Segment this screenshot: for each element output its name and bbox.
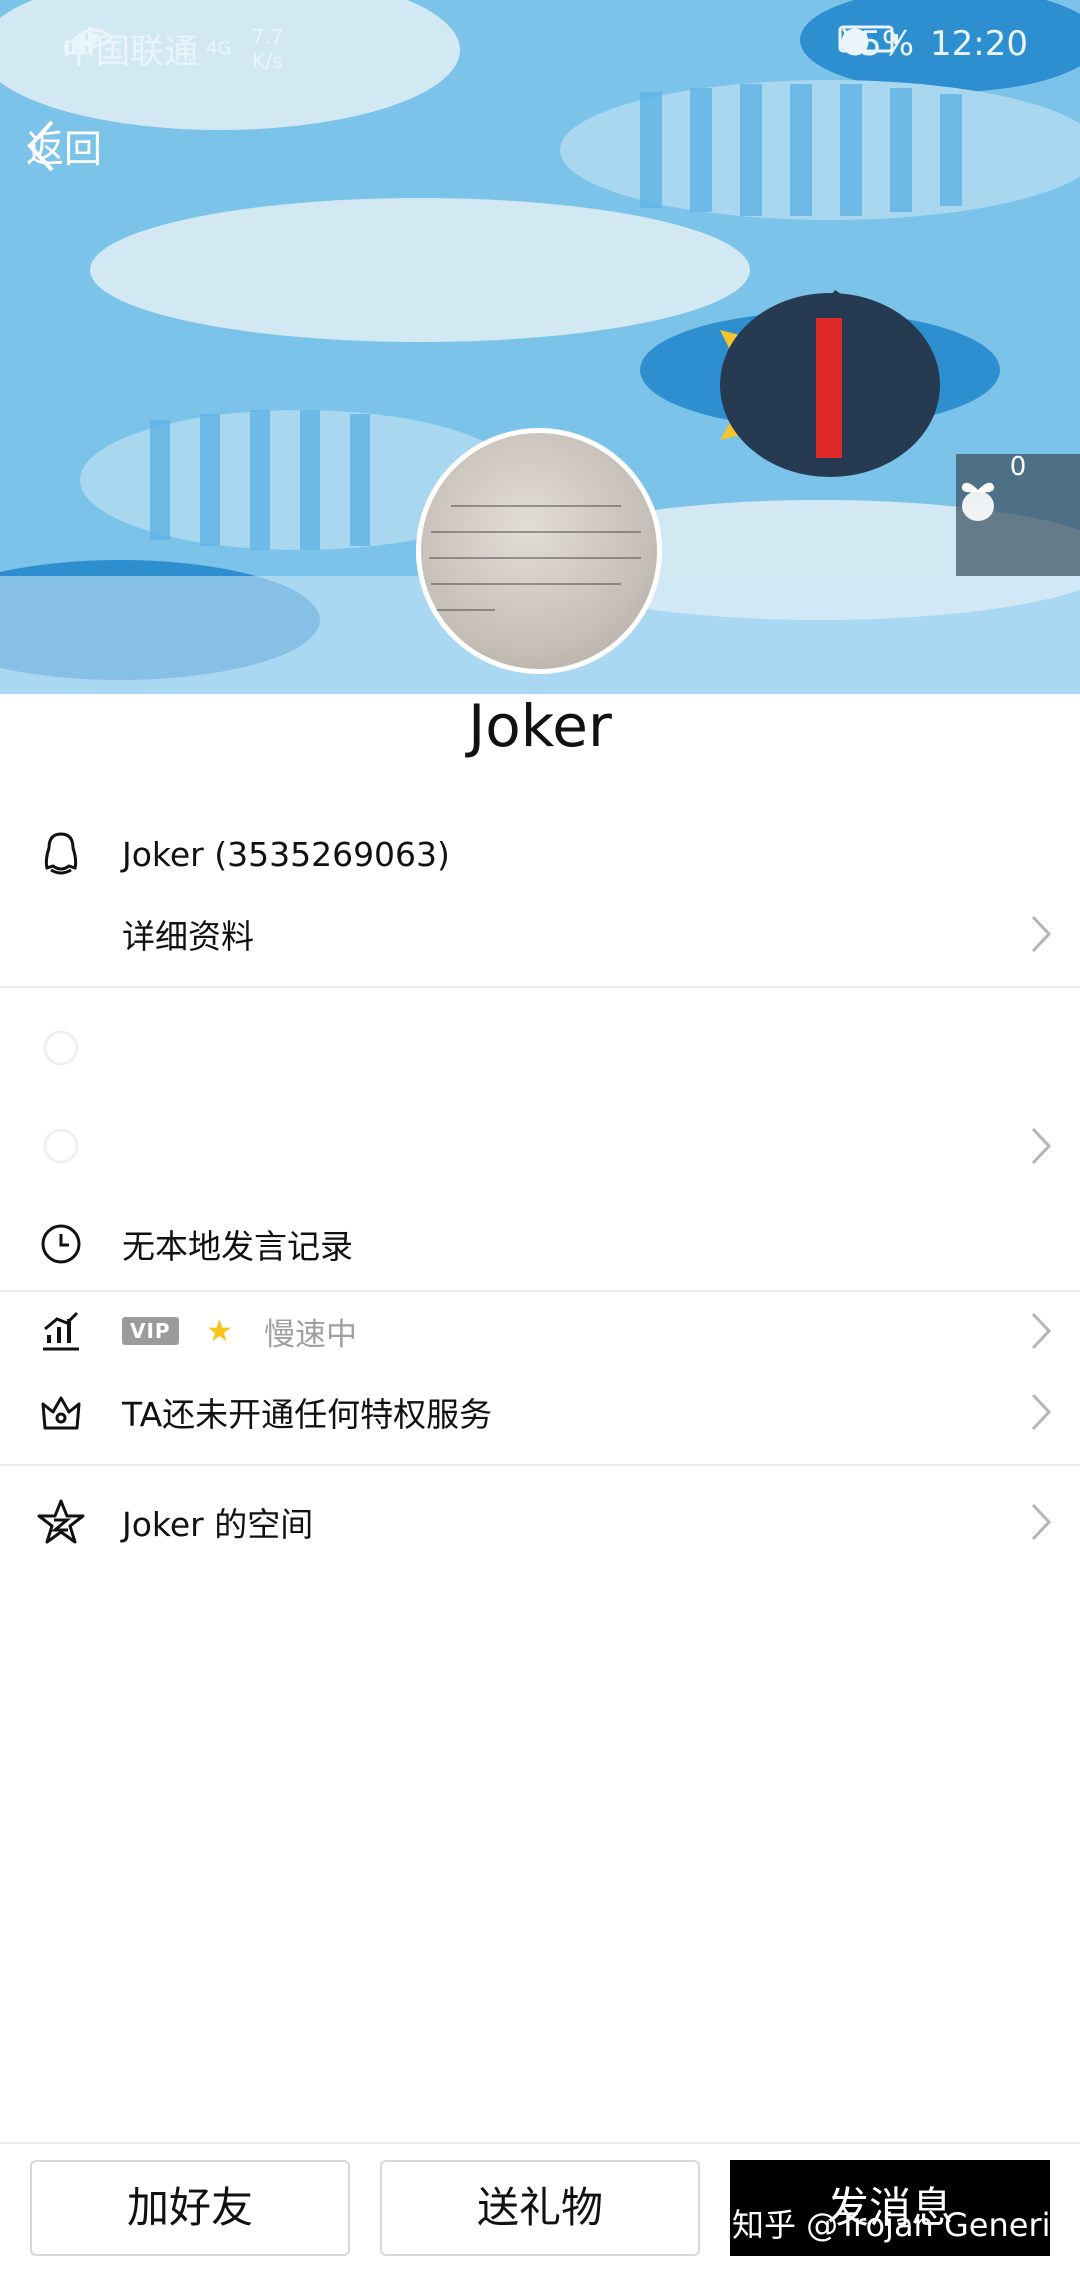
hidden-info-row-1 bbox=[0, 1018, 1080, 1078]
vip-row[interactable]: VIP ★ 慢速中 bbox=[0, 1302, 1080, 1360]
clock-time: 12:20 bbox=[930, 24, 1028, 64]
vip-status: 慢速中 bbox=[264, 1316, 357, 1353]
battery-icon bbox=[838, 25, 899, 53]
speed-value: 7.7 bbox=[251, 24, 284, 49]
chevron-right-icon bbox=[1031, 1312, 1052, 1350]
eye-icon bbox=[74, 28, 114, 48]
qzone-label: Joker 的空间 bbox=[122, 1505, 314, 1544]
growth-chart-icon bbox=[36, 1306, 86, 1356]
qq-name-number: Joker (3535269063) bbox=[122, 834, 450, 874]
gift-ribbon-icon bbox=[961, 482, 995, 521]
avatar[interactable] bbox=[416, 428, 662, 674]
chevron-right-icon bbox=[1031, 1127, 1052, 1165]
qzone-star-icon bbox=[36, 1497, 86, 1547]
status-bar: 中国联通 4G 7.7 K/s 45% 12:20 bbox=[0, 0, 1080, 92]
chevron-right-icon bbox=[1031, 1503, 1052, 1541]
add-friend-button[interactable]: 加好友 bbox=[30, 2160, 350, 2256]
qq-info-row: Joker (3535269063) bbox=[0, 826, 1080, 882]
penguin-icon bbox=[36, 829, 86, 879]
divider bbox=[0, 986, 1080, 988]
back-button[interactable]: 返回 bbox=[26, 118, 102, 173]
chevron-right-icon bbox=[1031, 915, 1052, 953]
details-label: 详细资料 bbox=[122, 917, 254, 956]
divider bbox=[0, 1290, 1080, 1292]
faded-icon bbox=[36, 1121, 86, 1171]
vip-badge: VIP bbox=[122, 1317, 179, 1345]
privilege-row[interactable]: TA还未开通任何特权服务 bbox=[0, 1382, 1080, 1442]
qzone-row[interactable]: Joker 的空间 bbox=[0, 1492, 1080, 1552]
hidden-info-row-2[interactable] bbox=[0, 1116, 1080, 1176]
faded-icon bbox=[36, 1023, 86, 1073]
no-records-label: 无本地发言记录 bbox=[122, 1227, 353, 1266]
chevron-right-icon bbox=[1031, 1393, 1052, 1431]
star-icon: ★ bbox=[206, 1313, 233, 1349]
divider bbox=[0, 1464, 1080, 1466]
details-row[interactable]: 详细资料 bbox=[0, 904, 1080, 964]
profile-name: Joker bbox=[468, 692, 612, 760]
chat-history-row: 无本地发言记录 bbox=[0, 1216, 1080, 1272]
speed-unit: K/s bbox=[252, 48, 283, 73]
gift-counter[interactable]: 0 bbox=[956, 452, 1080, 576]
clock-icon bbox=[36, 1219, 86, 1269]
send-gift-button[interactable]: 送礼物 bbox=[380, 2160, 700, 2256]
crown-icon bbox=[36, 1387, 86, 1437]
watermark-text: 知乎 @Trojan Generic bbox=[732, 2206, 1069, 2244]
chevron-left-icon bbox=[27, 120, 54, 172]
network-type: 4G bbox=[206, 38, 232, 59]
profile-header: 中国联通 4G 7.7 K/s 45% 12:20 返回 0 bbox=[0, 0, 1080, 694]
privilege-label: TA还未开通任何特权服务 bbox=[122, 1395, 493, 1434]
